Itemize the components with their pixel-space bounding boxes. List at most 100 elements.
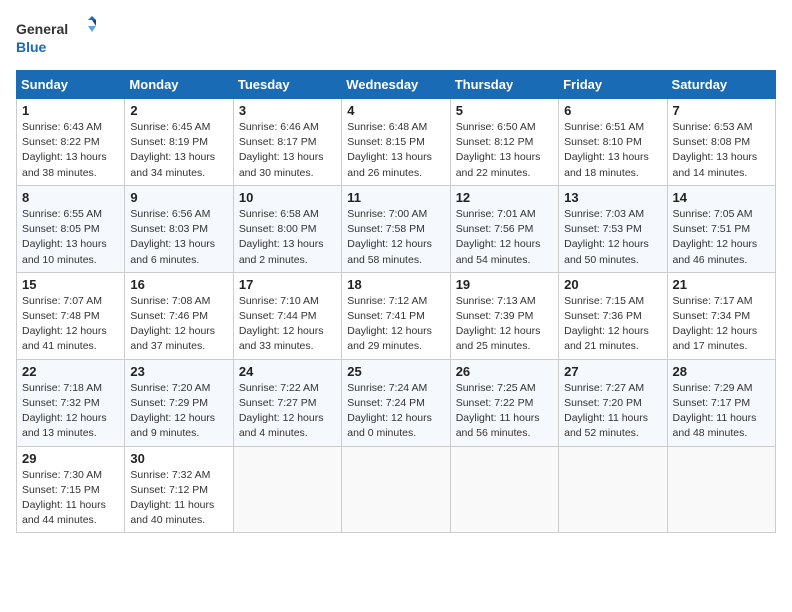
day-number: 3 (239, 103, 336, 118)
day-info: Sunrise: 6:53 AM Sunset: 8:08 PM Dayligh… (673, 120, 770, 181)
day-number: 15 (22, 277, 119, 292)
day-info: Sunrise: 7:29 AM Sunset: 7:17 PM Dayligh… (673, 381, 770, 442)
day-number: 13 (564, 190, 661, 205)
day-number: 27 (564, 364, 661, 379)
calendar-header-row: SundayMondayTuesdayWednesdayThursdayFrid… (17, 71, 776, 99)
column-header-sunday: Sunday (17, 71, 125, 99)
column-header-friday: Friday (559, 71, 667, 99)
calendar-cell: 30 Sunrise: 7:32 AM Sunset: 7:12 PM Dayli… (125, 446, 233, 533)
calendar-week-4: 22 Sunrise: 7:18 AM Sunset: 7:32 PM Dayli… (17, 359, 776, 446)
day-number: 10 (239, 190, 336, 205)
calendar-cell: 28 Sunrise: 7:29 AM Sunset: 7:17 PM Dayli… (667, 359, 775, 446)
calendar-cell: 23 Sunrise: 7:20 AM Sunset: 7:29 PM Dayli… (125, 359, 233, 446)
day-info: Sunrise: 7:00 AM Sunset: 7:58 PM Dayligh… (347, 207, 444, 268)
day-number: 5 (456, 103, 553, 118)
calendar-cell: 9 Sunrise: 6:56 AM Sunset: 8:03 PM Daylig… (125, 185, 233, 272)
day-number: 28 (673, 364, 770, 379)
day-info: Sunrise: 7:08 AM Sunset: 7:46 PM Dayligh… (130, 294, 227, 355)
day-info: Sunrise: 6:45 AM Sunset: 8:19 PM Dayligh… (130, 120, 227, 181)
day-number: 21 (673, 277, 770, 292)
day-number: 12 (456, 190, 553, 205)
day-info: Sunrise: 7:05 AM Sunset: 7:51 PM Dayligh… (673, 207, 770, 268)
calendar-cell: 29 Sunrise: 7:30 AM Sunset: 7:15 PM Dayli… (17, 446, 125, 533)
calendar-cell: 1 Sunrise: 6:43 AM Sunset: 8:22 PM Daylig… (17, 99, 125, 186)
column-header-thursday: Thursday (450, 71, 558, 99)
day-number: 14 (673, 190, 770, 205)
day-number: 26 (456, 364, 553, 379)
column-header-tuesday: Tuesday (233, 71, 341, 99)
day-info: Sunrise: 6:48 AM Sunset: 8:15 PM Dayligh… (347, 120, 444, 181)
calendar-cell: 22 Sunrise: 7:18 AM Sunset: 7:32 PM Dayli… (17, 359, 125, 446)
calendar-cell: 7 Sunrise: 6:53 AM Sunset: 8:08 PM Daylig… (667, 99, 775, 186)
logo: General Blue (16, 16, 96, 60)
day-number: 17 (239, 277, 336, 292)
day-info: Sunrise: 6:51 AM Sunset: 8:10 PM Dayligh… (564, 120, 661, 181)
day-number: 16 (130, 277, 227, 292)
page-header: General Blue (16, 16, 776, 60)
day-number: 24 (239, 364, 336, 379)
calendar-week-5: 29 Sunrise: 7:30 AM Sunset: 7:15 PM Dayli… (17, 446, 776, 533)
day-number: 2 (130, 103, 227, 118)
logo-svg: General Blue (16, 16, 96, 60)
calendar-cell: 24 Sunrise: 7:22 AM Sunset: 7:27 PM Dayli… (233, 359, 341, 446)
day-info: Sunrise: 7:30 AM Sunset: 7:15 PM Dayligh… (22, 468, 119, 529)
calendar-cell: 10 Sunrise: 6:58 AM Sunset: 8:00 PM Dayli… (233, 185, 341, 272)
day-number: 7 (673, 103, 770, 118)
calendar-week-1: 1 Sunrise: 6:43 AM Sunset: 8:22 PM Daylig… (17, 99, 776, 186)
day-number: 11 (347, 190, 444, 205)
day-number: 18 (347, 277, 444, 292)
day-number: 9 (130, 190, 227, 205)
day-info: Sunrise: 6:43 AM Sunset: 8:22 PM Dayligh… (22, 120, 119, 181)
day-info: Sunrise: 7:12 AM Sunset: 7:41 PM Dayligh… (347, 294, 444, 355)
day-number: 4 (347, 103, 444, 118)
calendar-cell: 26Sunrise: 7:25 AM Sunset: 7:22 PM Dayli… (450, 359, 558, 446)
calendar-cell (667, 446, 775, 533)
day-info: Sunrise: 7:13 AM Sunset: 7:39 PM Dayligh… (456, 294, 553, 355)
day-number: 23 (130, 364, 227, 379)
day-info: Sunrise: 7:32 AM Sunset: 7:12 PM Dayligh… (130, 468, 227, 529)
calendar-cell: 20 Sunrise: 7:15 AM Sunset: 7:36 PM Dayli… (559, 272, 667, 359)
column-header-monday: Monday (125, 71, 233, 99)
calendar-cell: 15 Sunrise: 7:07 AM Sunset: 7:48 PM Dayli… (17, 272, 125, 359)
day-number: 1 (22, 103, 119, 118)
calendar-cell (233, 446, 341, 533)
day-info: Sunrise: 7:22 AM Sunset: 7:27 PM Dayligh… (239, 381, 336, 442)
day-number: 6 (564, 103, 661, 118)
calendar-table: SundayMondayTuesdayWednesdayThursdayFrid… (16, 70, 776, 533)
calendar-cell: 27Sunrise: 7:27 AM Sunset: 7:20 PM Dayli… (559, 359, 667, 446)
calendar-week-3: 15 Sunrise: 7:07 AM Sunset: 7:48 PM Dayli… (17, 272, 776, 359)
calendar-cell: 2 Sunrise: 6:45 AM Sunset: 8:19 PM Daylig… (125, 99, 233, 186)
day-info: Sunrise: 7:03 AM Sunset: 7:53 PM Dayligh… (564, 207, 661, 268)
calendar-cell (342, 446, 450, 533)
calendar-cell: 12Sunrise: 7:01 AM Sunset: 7:56 PM Dayli… (450, 185, 558, 272)
day-info: Sunrise: 6:58 AM Sunset: 8:00 PM Dayligh… (239, 207, 336, 268)
svg-text:General: General (16, 21, 68, 37)
calendar-cell: 19 Sunrise: 7:13 AM Sunset: 7:39 PM Dayli… (450, 272, 558, 359)
day-number: 22 (22, 364, 119, 379)
day-number: 30 (130, 451, 227, 466)
calendar-cell: 3 Sunrise: 6:46 AM Sunset: 8:17 PM Daylig… (233, 99, 341, 186)
column-header-saturday: Saturday (667, 71, 775, 99)
calendar-cell: 13 Sunrise: 7:03 AM Sunset: 7:53 PM Dayli… (559, 185, 667, 272)
day-info: Sunrise: 6:50 AM Sunset: 8:12 PM Dayligh… (456, 120, 553, 181)
day-info: Sunrise: 6:56 AM Sunset: 8:03 PM Dayligh… (130, 207, 227, 268)
day-number: 20 (564, 277, 661, 292)
day-number: 19 (456, 277, 553, 292)
day-number: 29 (22, 451, 119, 466)
day-number: 25 (347, 364, 444, 379)
day-info: Sunrise: 7:07 AM Sunset: 7:48 PM Dayligh… (22, 294, 119, 355)
calendar-cell: 6 Sunrise: 6:51 AM Sunset: 8:10 PM Daylig… (559, 99, 667, 186)
calendar-cell: 14 Sunrise: 7:05 AM Sunset: 7:51 PM Dayli… (667, 185, 775, 272)
calendar-cell: 4 Sunrise: 6:48 AM Sunset: 8:15 PM Daylig… (342, 99, 450, 186)
calendar-cell: 21Sunrise: 7:17 AM Sunset: 7:34 PM Dayli… (667, 272, 775, 359)
day-info: Sunrise: 7:10 AM Sunset: 7:44 PM Dayligh… (239, 294, 336, 355)
day-info: Sunrise: 7:15 AM Sunset: 7:36 PM Dayligh… (564, 294, 661, 355)
day-info: Sunrise: 7:18 AM Sunset: 7:32 PM Dayligh… (22, 381, 119, 442)
day-info: Sunrise: 6:46 AM Sunset: 8:17 PM Dayligh… (239, 120, 336, 181)
calendar-cell: 18 Sunrise: 7:12 AM Sunset: 7:41 PM Dayli… (342, 272, 450, 359)
day-info: Sunrise: 7:24 AM Sunset: 7:24 PM Dayligh… (347, 381, 444, 442)
calendar-cell: 5 Sunrise: 6:50 AM Sunset: 8:12 PM Daylig… (450, 99, 558, 186)
column-header-wednesday: Wednesday (342, 71, 450, 99)
calendar-cell: 25 Sunrise: 7:24 AM Sunset: 7:24 PM Dayli… (342, 359, 450, 446)
day-info: Sunrise: 7:20 AM Sunset: 7:29 PM Dayligh… (130, 381, 227, 442)
